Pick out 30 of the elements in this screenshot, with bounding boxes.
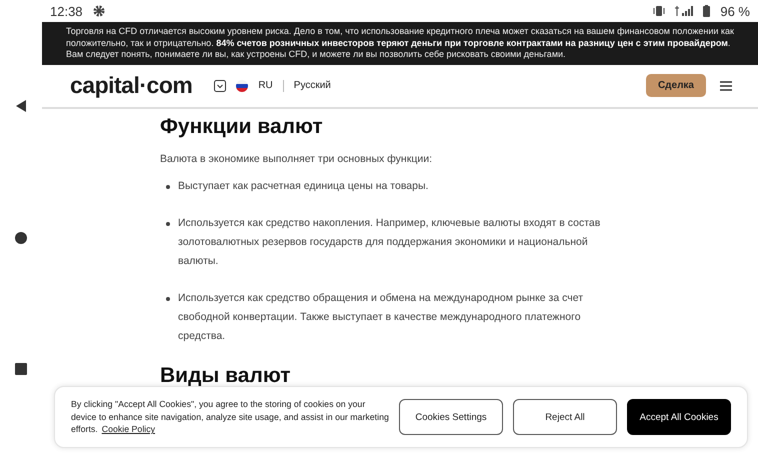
bullet-item: Используется как средство накопления. Например, ключевые валюты входят в состав золотовалютных резервов государств для поддержания экономики и национальной валюты. — [178, 216, 602, 268]
clock: 12:38 — [50, 4, 83, 18]
bullet-icon — [166, 222, 170, 226]
dropdown-icon[interactable] — [214, 80, 226, 92]
gear-icon — [92, 5, 105, 17]
bullet-icon — [166, 184, 170, 188]
section-heading: Виды валют — [160, 364, 292, 388]
logo[interactable]: capital·com — [70, 72, 192, 99]
back-icon[interactable] — [14, 99, 28, 113]
bullet-item: Выступает как расчетная единица цены на товары. — [178, 178, 428, 194]
flag-icon — [236, 80, 248, 92]
risk-warning-banner: Торговля на CFD отличается высоким уровнем риска. Дело в том, что использование кредитного плеча может сказаться на вашем финансовом положении как положительно, так и отрицательно. 84% счетов розничных инвесторов теряют деньги при торговле контрактами на разницу цен с этим провайдером. Вам следует понять, понимаете ли вы, как устроены CFD, и можете ли вы позволить себе рисковать своими деньгами. — [42, 22, 758, 64]
language-name[interactable]: Русский — [294, 80, 331, 91]
menu-icon[interactable] — [720, 80, 732, 90]
signal-icon — [675, 6, 694, 16]
language-code[interactable]: RU — [258, 80, 273, 91]
bullet-item: Используется как средство обращения и обмена на международном рынке за счет свободной конвертации. Также выступает в качестве международного платежного средства. — [178, 290, 584, 344]
cookie-button[interactable]: Cookies Settings — [399, 399, 503, 435]
cookie-button[interactable]: Accept All Cookies — [627, 399, 731, 435]
battery-icon — [703, 5, 710, 17]
bullet-icon — [166, 296, 170, 300]
section-heading: Функции валют — [160, 114, 324, 138]
home-icon[interactable] — [14, 231, 28, 245]
cookie-button[interactable]: Reject All — [513, 399, 617, 435]
vibrate-icon — [653, 6, 666, 16]
cookie-text: By clicking "Accept All Cookies", you agree to the storing of cookies on your device to enhance site navigation, analyze site usage, and assist in our marketing efforts. Cookie Policy — [71, 398, 389, 436]
battery-percent: 96 % — [720, 4, 750, 18]
cookie-policy-link[interactable]: Cookie Policy — [102, 424, 156, 434]
intro-paragraph: Валюта в экономике выполняет три основных функции: — [160, 152, 433, 164]
trade-button[interactable]: Сделка — [646, 74, 706, 97]
